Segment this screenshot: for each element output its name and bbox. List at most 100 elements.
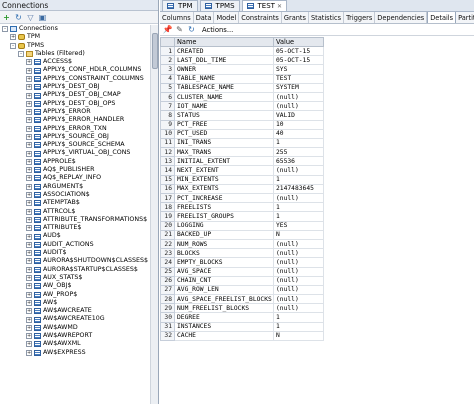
collapse-toggle-icon[interactable]: - (10, 42, 16, 49)
expand-toggle-icon[interactable]: + (10, 34, 16, 41)
property-value-cell[interactable]: 2147483645 (273, 183, 324, 195)
table-row[interactable]: 25 AVG_SPACE (null) (160, 266, 474, 277)
table-row[interactable]: 9 PCT_FREE 10 (160, 119, 474, 130)
expand-toggle-icon[interactable]: + (26, 67, 32, 74)
table-row[interactable]: 16 MAX_EXTENTS 2147483645 (160, 183, 474, 195)
document-tab[interactable]: TEST ✕ (241, 0, 287, 12)
property-name-cell[interactable]: MAX_EXTENTS (174, 183, 274, 195)
expand-toggle-icon[interactable]: + (26, 333, 32, 340)
property-value-cell[interactable]: 1 (273, 211, 324, 222)
add-connection-icon[interactable]: + (2, 13, 11, 22)
property-name-cell[interactable]: DEGREE (174, 312, 274, 323)
expand-toggle-icon[interactable]: + (26, 266, 32, 273)
property-name-cell[interactable]: CLUSTER_NAME (174, 91, 274, 103)
property-value-cell[interactable]: (null) (273, 248, 324, 259)
tree-node[interactable]: + ATTRIBUTE_TRANSFORMATIONS$ (0, 216, 150, 224)
edit-icon[interactable]: ✎ (175, 25, 184, 34)
expand-toggle-icon[interactable]: + (26, 233, 32, 240)
tree-node[interactable]: + AURORA$SHUTDOWN$CLASSES$ (0, 257, 150, 265)
subtab-constraints[interactable]: Constraints (239, 12, 282, 23)
property-value-cell[interactable]: N (273, 330, 324, 342)
expand-toggle-icon[interactable]: + (26, 92, 32, 99)
tree-scrollbar[interactable] (150, 25, 158, 404)
tree-node[interactable]: + AQ$_REPLAY_INFO (0, 174, 150, 182)
property-name-cell[interactable]: IOT_NAME (174, 101, 274, 112)
expand-toggle-icon[interactable]: + (26, 258, 32, 265)
table-row[interactable]: 13 INITIAL_EXTENT 65536 (160, 156, 474, 167)
property-value-cell[interactable]: (null) (273, 238, 324, 250)
tree-node[interactable]: + AUDIT$ (0, 249, 150, 257)
refresh-icon[interactable]: ↻ (14, 13, 23, 22)
tree-node[interactable]: + APPLY$_CONF_HDLR_COLUMNS (0, 66, 150, 74)
expand-toggle-icon[interactable]: + (26, 225, 32, 232)
expand-toggle-icon[interactable]: + (26, 216, 32, 223)
property-value-cell[interactable]: SYSTEM (273, 82, 324, 93)
property-name-cell[interactable]: LAST_DDL_TIME (174, 55, 274, 66)
property-value-cell[interactable]: (null) (273, 294, 324, 305)
document-tab[interactable]: TPM (162, 0, 198, 11)
table-row[interactable]: 5 TABLESPACE_NAME SYSTEM (160, 82, 474, 93)
table-row[interactable]: 21 BACKED_UP N (160, 229, 474, 240)
table-row[interactable]: 26 CHAIN_CNT (null) (160, 275, 474, 286)
document-tab[interactable]: TPMS (199, 0, 240, 11)
table-row[interactable]: 11 INI_TRANS 1 (160, 137, 474, 149)
tree-node[interactable]: + ATTRIBUTE$ (0, 224, 150, 232)
expand-toggle-icon[interactable]: + (26, 241, 32, 248)
expand-toggle-icon[interactable]: + (26, 84, 32, 91)
property-name-cell[interactable]: CHAIN_CNT (174, 275, 274, 286)
property-name-cell[interactable]: INITIAL_EXTENT (174, 156, 274, 167)
table-row[interactable]: 3 OWNER SYS (160, 64, 474, 75)
table-row[interactable]: 22 NUM_ROWS (null) (160, 238, 474, 250)
property-value-cell[interactable]: N (273, 229, 324, 240)
tree-node[interactable]: + ASSOCIATION$ (0, 191, 150, 199)
table-row[interactable]: 28 AVG_SPACE_FREELIST_BLOCKS (null) (160, 294, 474, 305)
table-row[interactable]: 24 EMPTY_BLOCKS (null) (160, 257, 474, 268)
expand-toggle-icon[interactable]: + (26, 308, 32, 315)
tree-node[interactable]: + AW$ (0, 299, 150, 307)
expand-toggle-icon[interactable]: + (26, 192, 32, 199)
expand-toggle-icon[interactable]: + (26, 109, 32, 116)
property-value-cell[interactable]: SYS (273, 64, 324, 75)
property-name-cell[interactable]: AVG_SPACE_FREELIST_BLOCKS (174, 294, 274, 305)
filter-icon[interactable]: ▽ (26, 13, 35, 22)
property-value-cell[interactable]: (null) (273, 303, 324, 314)
subtab-statistics[interactable]: Statistics (309, 12, 345, 23)
tree-node[interactable]: + AUX_STATS$ (0, 274, 150, 282)
expand-toggle-icon[interactable]: + (26, 175, 32, 182)
close-tab-icon[interactable]: ✕ (277, 1, 282, 12)
property-value-cell[interactable]: 40 (273, 128, 324, 139)
expand-toggle-icon[interactable]: + (26, 142, 32, 149)
expand-toggle-icon[interactable]: + (26, 134, 32, 140)
property-name-cell[interactable]: OWNER (174, 64, 274, 75)
table-row[interactable]: 23 BLOCKS (null) (160, 248, 474, 259)
tree-node[interactable]: + ACCESS$ (0, 58, 150, 66)
expand-toggle-icon[interactable]: + (26, 324, 32, 331)
tree-node[interactable]: - Tables (Filtered) (0, 50, 150, 58)
property-value-cell[interactable]: 1 (273, 312, 324, 323)
tree-node[interactable]: + ARGUMENT$ (0, 183, 150, 191)
expand-toggle-icon[interactable]: + (26, 158, 32, 165)
property-name-cell[interactable]: PCT_FREE (174, 119, 274, 130)
property-value-cell[interactable]: (null) (273, 192, 324, 204)
subtab-columns[interactable]: Columns (160, 12, 194, 23)
expand-toggle-icon[interactable]: + (26, 299, 32, 306)
tree-node[interactable]: + AQ$_PUBLISHER (0, 166, 150, 174)
property-name-cell[interactable]: AVG_ROW_LEN (174, 284, 274, 296)
property-value-cell[interactable]: 1 (273, 321, 324, 332)
expand-toggle-icon[interactable]: + (26, 291, 32, 298)
table-row[interactable]: 20 LOGGING YES (160, 220, 474, 231)
tree-node[interactable]: + APPLY$_CONSTRAINT_COLUMNS (0, 75, 150, 83)
table-row[interactable]: 31 INSTANCES 1 (160, 321, 474, 332)
property-name-cell[interactable]: INSTANCES (174, 321, 274, 332)
tree-node[interactable]: + APPLY$_DEST_OBJ (0, 83, 150, 91)
tree-node[interactable]: + APPROLE$ (0, 158, 150, 166)
subtab-triggers[interactable]: Triggers (344, 12, 376, 23)
property-name-cell[interactable]: LOGGING (174, 220, 274, 231)
property-name-cell[interactable]: BLOCKS (174, 248, 274, 259)
subtab-partitions[interactable]: Partitions (456, 12, 474, 23)
property-value-cell[interactable]: 65536 (273, 156, 324, 167)
property-value-cell[interactable]: 10 (273, 119, 324, 130)
tree-node[interactable]: + AW_OBJ$ (0, 282, 150, 290)
tree-node[interactable]: + APPLY$_ERROR (0, 108, 150, 116)
table-row[interactable]: 4 TABLE_NAME TEST (160, 73, 474, 84)
